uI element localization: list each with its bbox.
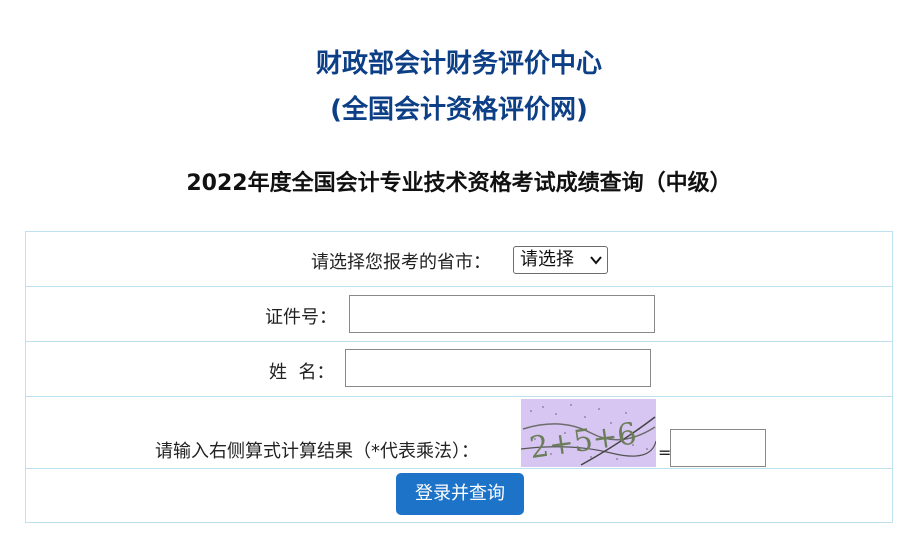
captcha-label: 请输入右侧算式计算结果（*代表乘法）： <box>155 441 479 462</box>
id-label: 证件号： <box>265 307 337 328</box>
captcha-row: 请输入右侧算式计算结果（*代表乘法）： 2+5+6 = <box>26 397 892 469</box>
exam-title: 2022年度全国会计专业技术资格考试成绩查询（中级） <box>186 171 732 196</box>
name-row: 姓 名： <box>26 342 892 397</box>
name-label: 姓 名： <box>269 362 335 383</box>
province-label: 请选择您报考的省市： <box>311 252 491 273</box>
province-select[interactable]: 请选择 <box>513 246 608 274</box>
id-row: 证件号： <box>26 287 892 342</box>
org-title-line2: (全国会计资格评价网) <box>330 95 588 125</box>
name-input[interactable] <box>345 349 651 387</box>
org-title-line1: 财政部会计财务评价中心 <box>315 49 602 79</box>
province-row: 请选择您报考的省市： 请选择 <box>26 232 892 287</box>
submit-row: 登录并查询 <box>26 469 892 523</box>
captcha-answer-input[interactable] <box>670 429 766 467</box>
id-number-input[interactable] <box>349 295 655 333</box>
captcha-image: 2+5+6 <box>521 399 656 467</box>
chevron-down-icon <box>590 247 602 282</box>
query-form: 请选择您报考的省市： 请选择 证件号： 姓 名： 请输入右侧算式计算结果（*代表… <box>25 231 893 523</box>
login-query-button[interactable]: 登录并查询 <box>396 473 524 515</box>
province-selected-value: 请选择 <box>520 249 574 270</box>
